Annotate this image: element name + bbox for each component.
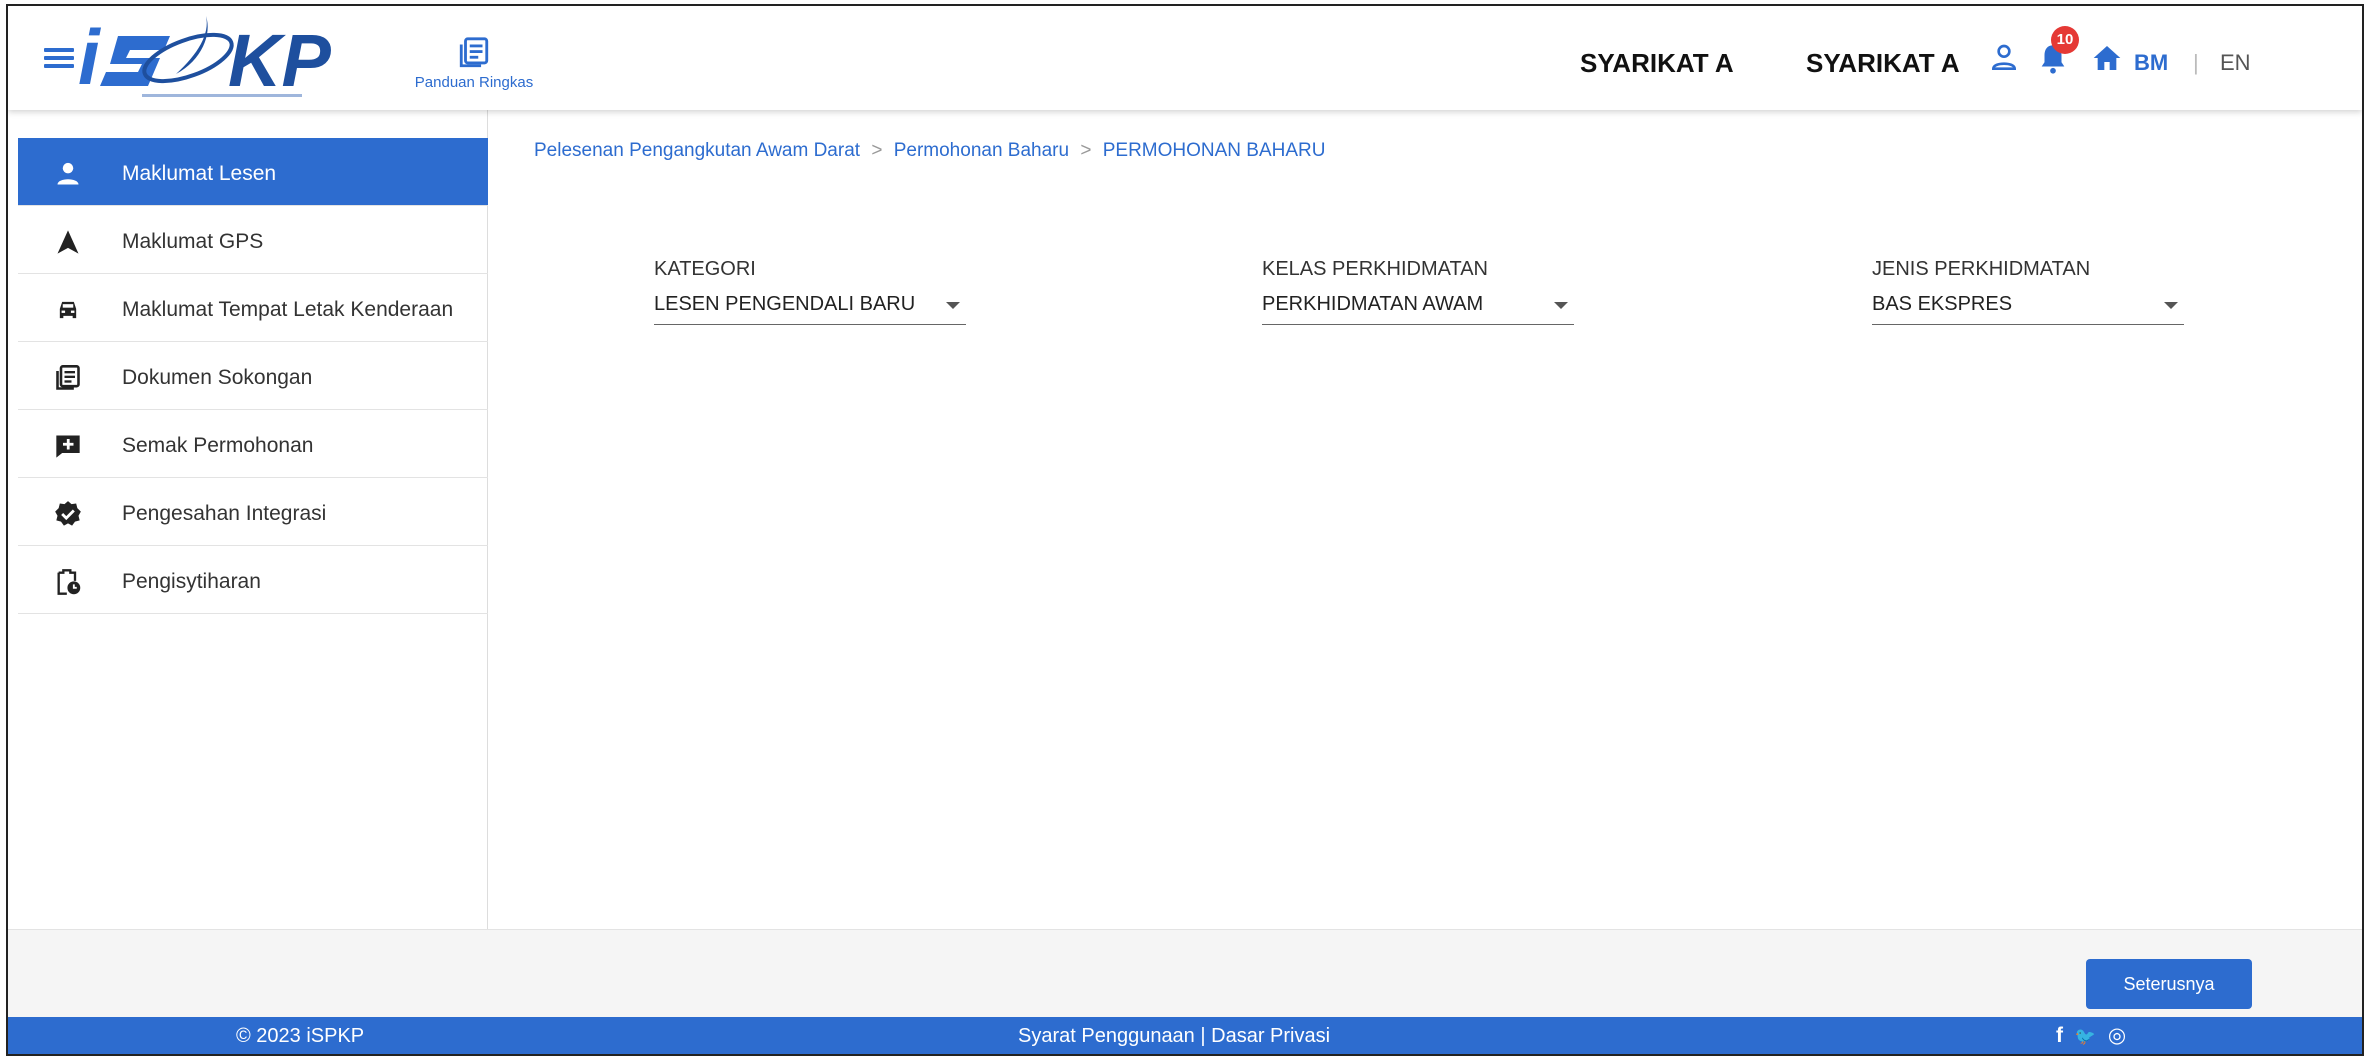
sidebar-item-label: Pengesahan Integrasi (122, 502, 327, 525)
action-bar: Seterusnya (8, 929, 2362, 1021)
breadcrumb-item-pelesenan[interactable]: Pelesenan Pengangkutan Awam Darat (534, 140, 860, 161)
kategori-select[interactable]: LESEN PENGENDALI BARU (654, 293, 966, 325)
sidebar-item-pengisytiharan[interactable]: Pengisytiharan (18, 546, 488, 614)
lang-en-toggle[interactable]: EN (2220, 50, 2251, 76)
kategori-value: LESEN PENGENDALI BARU (654, 293, 916, 315)
ispkp-logo[interactable]: i KP (78, 14, 398, 104)
footer-links: Syarat Penggunaan | Dasar Privasi (1018, 1025, 1330, 1048)
sidebar-item-label: Maklumat GPS (122, 230, 264, 253)
home-icon[interactable] (2090, 42, 2124, 74)
car-icon (59, 301, 77, 319)
breadcrumb: Pelesenan Pengangkutan Awam Darat > Perm… (534, 140, 1325, 162)
facebook-icon[interactable]: f (2056, 1024, 2063, 1047)
company-name-primary: SYARIKAT A (1580, 48, 1734, 78)
twitter-icon[interactable]: 🐦 (2075, 1027, 2096, 1046)
jenis-perkhidmatan-label: JENIS PERKHIDMATAN (1872, 258, 2091, 280)
person-icon (57, 162, 79, 185)
app-window: i KP Panduan Ringkas SYARIKAT A SYARIKAT… (6, 4, 2364, 1056)
social-links: f 🐦 ◎ (2056, 1023, 2132, 1048)
dropdown-caret-icon (1554, 302, 1568, 309)
quick-guide-label: Panduan Ringkas (414, 74, 534, 91)
terms-link[interactable]: Syarat Penggunaan (1018, 1025, 1195, 1047)
sidebar-item-pengesahan-integrasi[interactable]: Pengesahan Integrasi (18, 478, 488, 546)
comment-plus-icon (56, 435, 80, 458)
sidebar-item-label: Maklumat Lesen (122, 162, 277, 185)
top-header: i KP Panduan Ringkas SYARIKAT A SYARIKAT… (8, 6, 2362, 110)
sidebar-item-label: Dokumen Sokongan (122, 366, 313, 389)
jenis-perkhidmatan-field: JENIS PERKHIDMATAN BAS EKSPRES (1872, 258, 2184, 325)
user-icon[interactable] (1988, 42, 2020, 74)
sidebar-item-maklumat-gps[interactable]: Maklumat GPS (18, 206, 488, 274)
breadcrumb-separator: > (1080, 140, 1092, 161)
dropdown-caret-icon (2164, 302, 2178, 309)
sidebar-item-label: Pengisytiharan (122, 570, 261, 593)
sidebar-item-dokumen-sokongan[interactable]: Dokumen Sokongan (18, 342, 488, 410)
sidebar-nav: Maklumat Lesen Maklumat GPS Maklumat Tem… (18, 138, 488, 614)
next-button[interactable]: Seterusnya (2086, 959, 2252, 1009)
copyright-text: © 2023 iSPKP (236, 1025, 365, 1047)
kategori-label: KATEGORI (654, 258, 756, 280)
kelas-perkhidmatan-label: KELAS PERKHIDMATAN (1262, 258, 1488, 280)
sidebar-item-label: Maklumat Tempat Letak Kenderaan (122, 298, 454, 321)
breadcrumb-item-permohonan-baharu[interactable]: Permohonan Baharu (894, 140, 1069, 161)
notification-badge: 10 (2051, 26, 2079, 54)
verified-badge-icon (55, 501, 81, 526)
sidebar-item-label: Semak Permohonan (122, 434, 314, 457)
document-stack-icon (56, 365, 80, 390)
sidebar: Maklumat Lesen Maklumat GPS Maklumat Tem… (8, 110, 488, 934)
instagram-icon[interactable]: ◎ (2108, 1024, 2126, 1047)
kelas-perkhidmatan-field: KELAS PERKHIDMATAN PERKHIDMATAN AWAM (1262, 258, 1574, 325)
menu-icon[interactable] (44, 48, 74, 68)
sidebar-item-maklumat-lesen[interactable]: Maklumat Lesen (18, 138, 488, 206)
clipboard-clock-icon (57, 569, 81, 595)
svg-text:KP: KP (228, 19, 331, 102)
navigation-arrow-icon (57, 230, 79, 254)
kategori-field: KATEGORI LESEN PENGENDALI BARU (654, 258, 966, 325)
quick-guide-link[interactable]: Panduan Ringkas (404, 36, 544, 92)
jenis-perkhidmatan-select[interactable]: BAS EKSPRES (1872, 293, 2184, 325)
dropdown-caret-icon (946, 302, 960, 309)
privacy-link[interactable]: Dasar Privasi (1211, 1025, 1330, 1047)
kelas-perkhidmatan-select[interactable]: PERKHIDMATAN AWAM (1262, 293, 1574, 325)
sidebar-item-semak-permohonan[interactable]: Semak Permohonan (18, 410, 488, 478)
kelas-perkhidmatan-value: PERKHIDMATAN AWAM (1262, 293, 1484, 315)
jenis-perkhidmatan-value: BAS EKSPRES (1872, 293, 2013, 315)
lang-separator: | (2193, 50, 2199, 75)
breadcrumb-separator: > (871, 140, 883, 161)
svg-text:i: i (78, 14, 101, 101)
footer: © 2023 iSPKP Syarat Penggunaan | Dasar P… (8, 1017, 2362, 1054)
lang-bm-toggle[interactable]: BM (2134, 50, 2168, 76)
breadcrumb-item-current: PERMOHONAN BAHARU (1102, 140, 1326, 161)
sidebar-item-tempat-letak-kenderaan[interactable]: Maklumat Tempat Letak Kenderaan (18, 274, 488, 342)
book-icon (459, 37, 489, 68)
footer-link-separator: | (1194, 1025, 1212, 1047)
company-name-secondary: SYARIKAT A (1806, 48, 1960, 78)
